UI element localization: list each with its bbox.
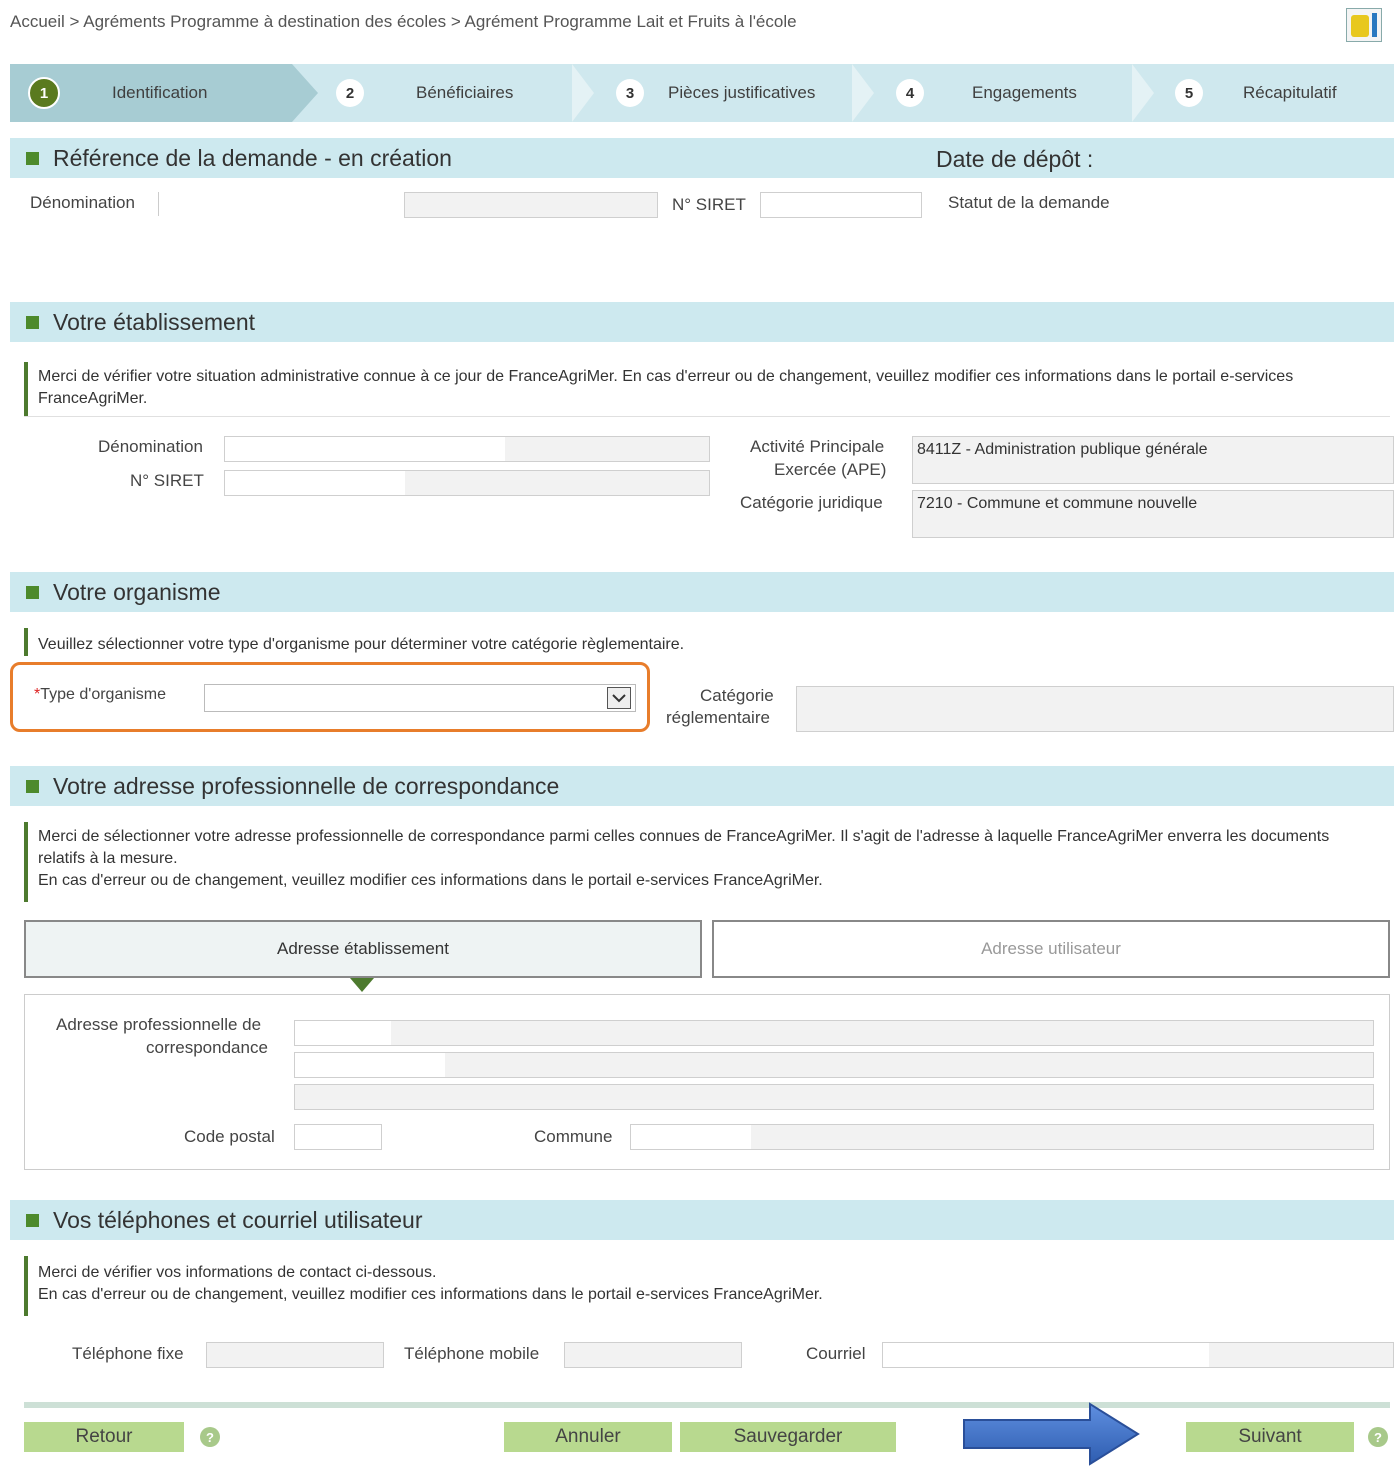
cat-juridique-value: 7210 - Commune et commune nouvelle [917,495,1198,512]
date-depot-label: Date de dépôt : [936,146,1094,172]
step-number: 5 [1175,79,1203,107]
etab-siret-label: N° SIRET [130,471,204,490]
step-number: 1 [28,77,60,109]
ape-label: Activité Principale [750,437,885,456]
adresse-info-line-2: En cas d'erreur ou de changement, veuill… [38,872,823,889]
section-bullet-icon [26,779,39,793]
step-number: 2 [336,79,364,107]
courriel-label: Courriel [806,1344,866,1363]
step-label: Engagements [972,83,1077,102]
section-reference: Référence de la demande - en création [10,138,1394,178]
ape-field: 8411Z - Administration publique générale [912,436,1394,484]
tel-fixe-field [206,1342,384,1368]
wizard-step-5[interactable]: 5 Récapitulatif [1175,64,1337,122]
section-title: Référence de la demande - en création [53,144,452,171]
section-title: Votre adresse professionnelle de corresp… [53,772,560,799]
cat-juridique-label: Catégorie juridique [740,493,883,512]
adresse-line-3 [294,1084,1374,1110]
wizard-step-3[interactable]: 3 Pièces justificatives [616,64,815,122]
cat-juridique-field: 7210 - Commune et commune nouvelle [912,490,1394,538]
step-number: 4 [896,79,924,107]
tel-fixe-label: Téléphone fixe [72,1344,184,1363]
adresse-info-line-1: Merci de sélectionner votre adresse prof… [38,828,1330,867]
adresse-line-1 [294,1020,1374,1046]
denomination-field-ext [404,192,658,218]
adresse-label: Adresse professionnelle de [56,1015,262,1034]
footer-separator [24,1402,1390,1408]
siret-field[interactable] [760,192,922,218]
section-bullet-icon [26,1213,39,1227]
divider [24,416,1390,417]
help-icon[interactable]: ? [200,1427,220,1447]
wizard-step-1[interactable]: 1 Identification [28,64,207,122]
tab-indicator-icon [350,978,374,992]
contact-info: Merci de vérifier vos informations de co… [24,1256,1364,1316]
commune-field [630,1124,1374,1150]
organisme-info: Veuillez sélectionner votre type d'organ… [24,628,1364,656]
cat-reglementaire-label: Catégorie [700,686,774,705]
siret-label: N° SIRET [672,195,746,214]
etab-siret-field [224,470,710,496]
adresse-info: Merci de sélectionner votre adresse prof… [24,822,1364,902]
contact-info-line-1: Merci de vérifier vos informations de co… [38,1264,437,1281]
sauvegarder-button[interactable]: Sauvegarder [680,1422,896,1452]
code-postal-field [294,1124,382,1150]
etab-denomination-field [224,436,710,462]
section-title: Vos téléphones et courriel utilisateur [53,1206,423,1233]
section-bullet-icon [26,151,39,165]
courriel-field [882,1342,1394,1368]
logo-icon [1346,8,1382,42]
statut-label: Statut de la demande [948,193,1110,212]
etablissement-info: Merci de vérifier votre situation admini… [24,362,1364,416]
wizard-step-2[interactable]: 2 Bénéficiaires [336,64,513,122]
type-organisme-text: Type d'organisme [40,686,167,703]
commune-label: Commune [534,1127,613,1146]
step-number: 3 [616,79,644,107]
section-contact: Vos téléphones et courriel utilisateur [10,1200,1394,1240]
adresse-label-2: correspondance [146,1038,268,1057]
section-etablissement: Votre établissement [10,302,1394,342]
section-title: Votre établissement [53,308,256,335]
tel-mobile-field [564,1342,742,1368]
tab-adresse-utilisateur[interactable]: Adresse utilisateur [712,920,1390,978]
step-label: Bénéficiaires [416,83,514,102]
cat-reglementaire-field [796,686,1394,732]
annuler-button[interactable]: Annuler [504,1422,672,1452]
etab-denomination-label: Dénomination [98,437,203,456]
type-organisme-label: *Type d'organisme [34,686,166,704]
denomination-label: Dénomination [30,193,135,212]
arrow-right-icon [963,1402,1140,1466]
section-bullet-icon [26,315,39,329]
section-adresse: Votre adresse professionnelle de corresp… [10,766,1394,806]
type-organisme-value [205,683,213,708]
denomination-field[interactable] [158,192,162,216]
help-icon[interactable]: ? [1368,1427,1388,1447]
section-title: Votre organisme [53,578,221,605]
adresse-line-2 [294,1052,1374,1078]
wizard-active-arrow [292,64,318,122]
tel-mobile-label: Téléphone mobile [404,1344,540,1363]
step-label: Identification [112,83,208,102]
breadcrumb[interactable]: Accueil > Agréments Programme à destinat… [10,12,797,32]
type-organisme-select[interactable] [204,684,636,712]
cat-reglementaire-label-2: réglementaire [666,708,770,727]
section-organisme: Votre organisme [10,572,1394,612]
retour-button[interactable]: Retour [24,1422,184,1452]
chevron-down-icon[interactable] [607,687,631,709]
ape-label-2: Exercée (APE) [774,460,887,479]
ape-value: 8411Z - Administration publique générale [917,441,1208,458]
tab-adresse-etablissement[interactable]: Adresse établissement [24,920,702,978]
code-postal-label: Code postal [184,1127,275,1146]
section-bullet-icon [26,585,39,599]
step-label: Récapitulatif [1243,83,1337,102]
step-label: Pièces justificatives [668,83,816,102]
suivant-button[interactable]: Suivant [1186,1422,1354,1452]
contact-info-line-2: En cas d'erreur ou de changement, veuill… [38,1286,823,1303]
wizard-step-4[interactable]: 4 Engagements [896,64,1077,122]
